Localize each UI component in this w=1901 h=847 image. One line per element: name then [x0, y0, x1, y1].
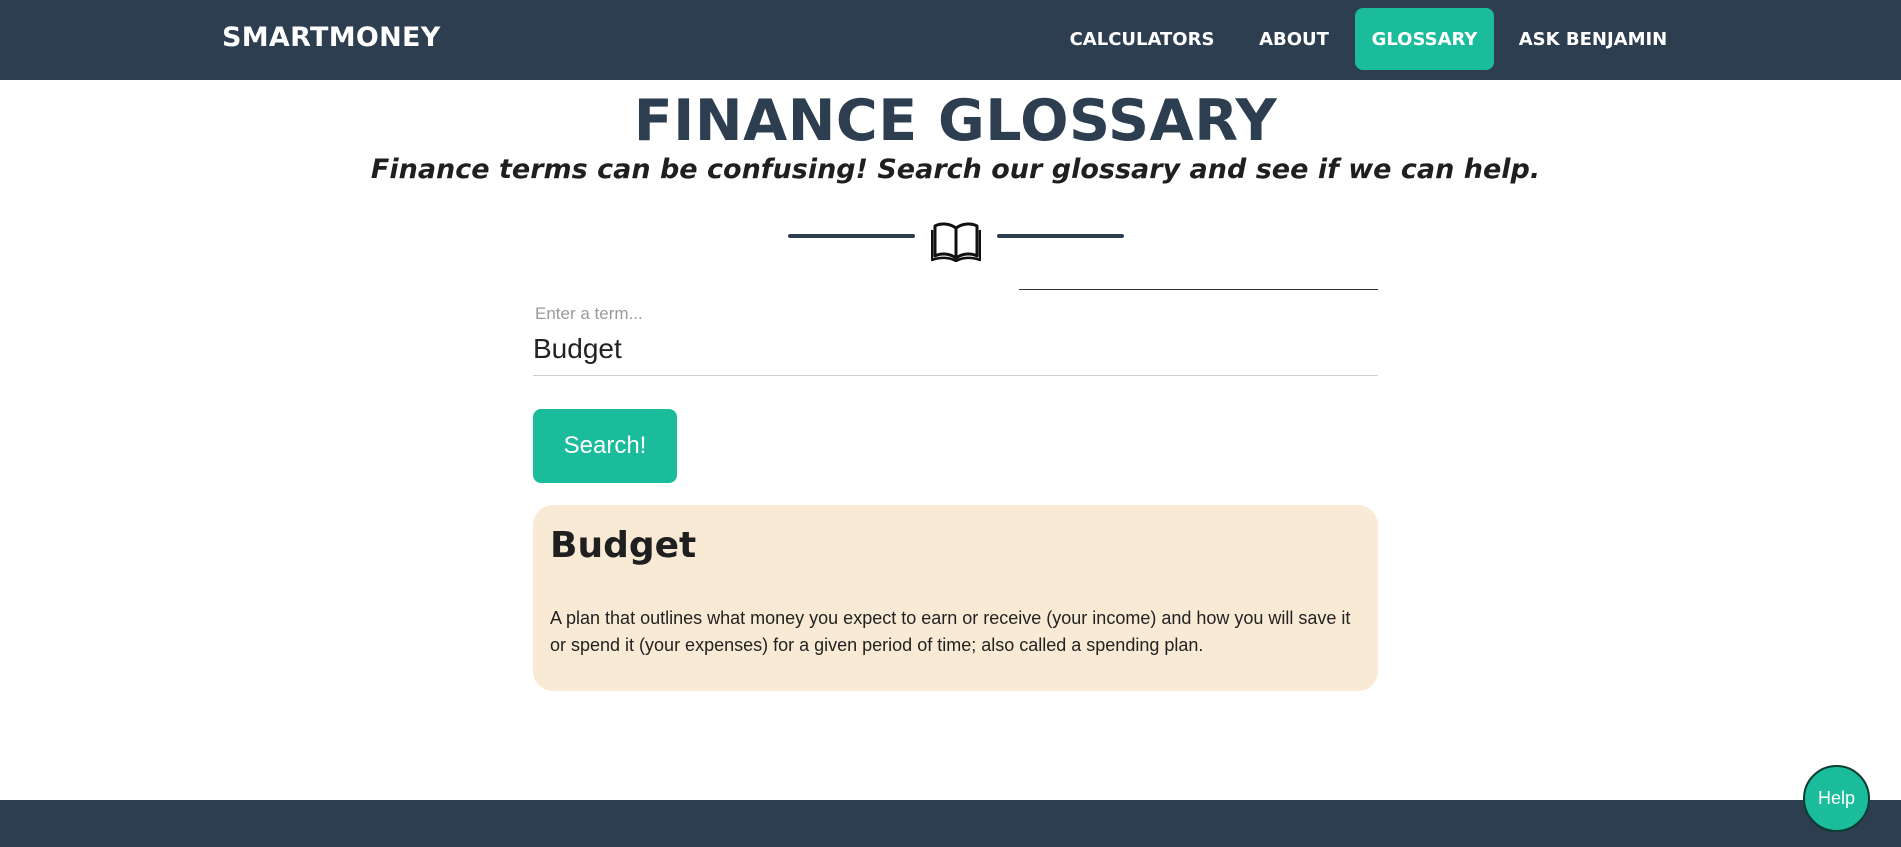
- result-definition: A plan that outlines what money you expe…: [550, 608, 1351, 655]
- search-input[interactable]: [533, 328, 1378, 376]
- divider-line-left: [788, 234, 915, 238]
- result-card: Budget A plan that outlines what money y…: [533, 505, 1378, 691]
- open-book-icon: [931, 222, 981, 262]
- page-subtitle: Finance terms can be confusing! Search o…: [370, 154, 1541, 185]
- top-navbar: SMARTMONEY CALCULATORS ABOUT GLOSSARY AS…: [0, 0, 1901, 80]
- nav-item-about[interactable]: ABOUT: [1246, 8, 1342, 70]
- divider-line-right: [997, 234, 1124, 238]
- brand-logo[interactable]: SMARTMONEY: [222, 22, 441, 53]
- result-term: Budget: [550, 525, 697, 566]
- nav-item-glossary[interactable]: GLOSSARY: [1355, 8, 1494, 70]
- nav-item-calculators[interactable]: CALCULATORS: [1060, 8, 1224, 70]
- page-footer: [0, 800, 1901, 847]
- decorative-rule: [1019, 289, 1378, 290]
- nav-item-ask-benjamin[interactable]: ASK BENJAMIN: [1507, 8, 1679, 70]
- section-divider: [0, 220, 1901, 264]
- help-button[interactable]: Help: [1803, 765, 1870, 832]
- page-title: FINANCE GLOSSARY: [633, 88, 1278, 154]
- search-button[interactable]: Search!: [533, 409, 677, 483]
- search-form: Enter a term...: [533, 302, 1378, 376]
- search-field-label: Enter a term...: [535, 304, 643, 323]
